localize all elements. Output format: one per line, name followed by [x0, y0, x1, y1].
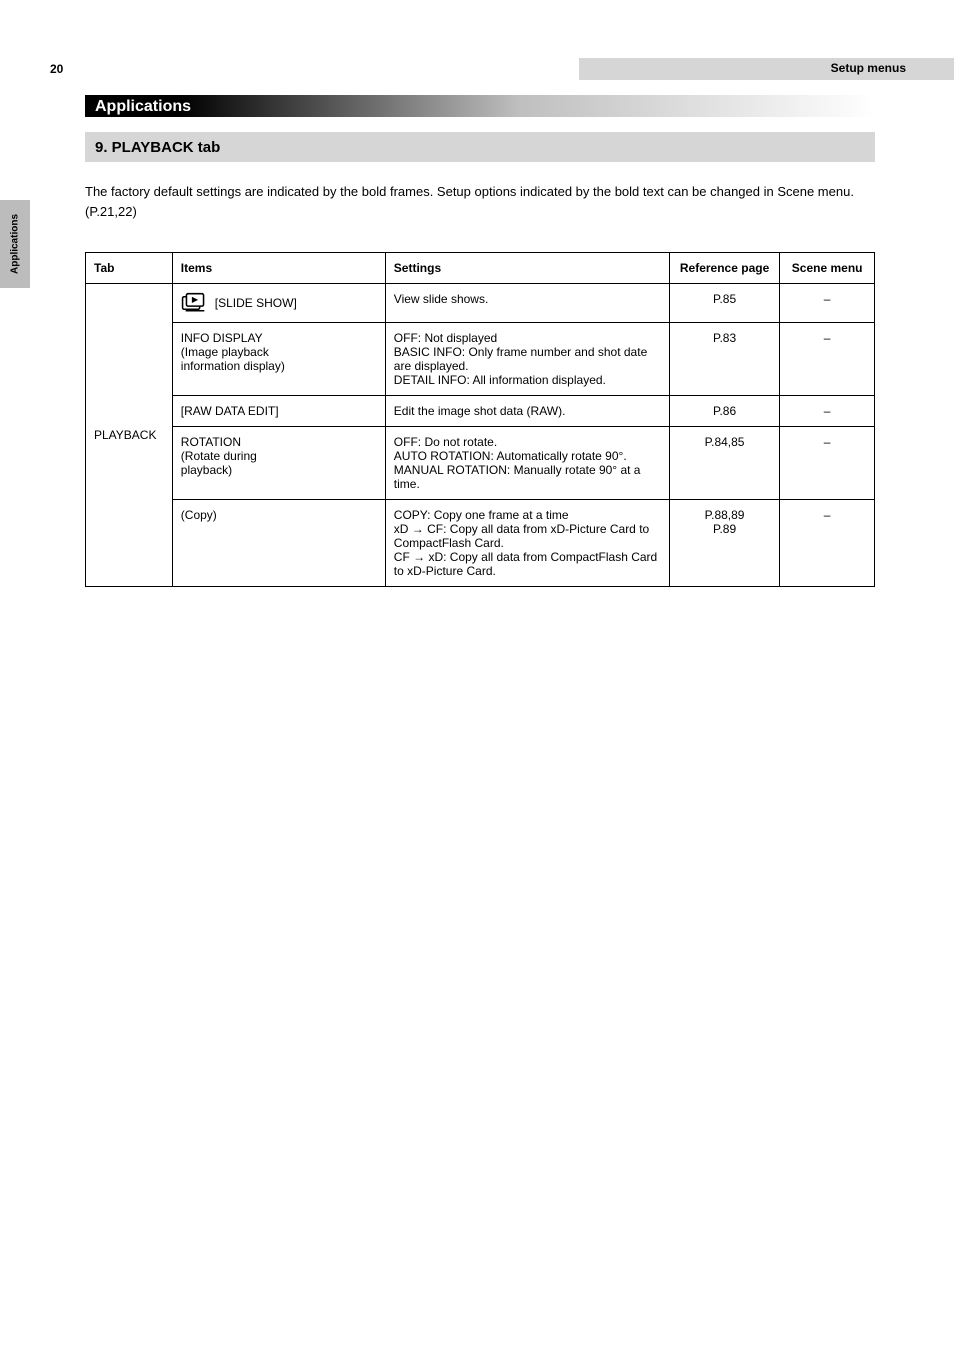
ref-cell: P.83 [669, 323, 779, 396]
table-row: INFO DISPLAY (Image playback information… [86, 323, 875, 396]
settings-cell: Edit the image shot data (RAW). [385, 396, 669, 427]
intro-text: The factory default settings are indicat… [85, 182, 865, 221]
scene-cell: – [780, 500, 875, 587]
item-line: ROTATION [181, 435, 241, 449]
table-header-row: Tab Items Settings Reference page Scene … [86, 253, 875, 284]
item-line: (Rotate during [181, 449, 257, 463]
ref-cell: P.86 [669, 396, 779, 427]
item-line: INFO DISPLAY [181, 331, 263, 345]
settings-line: xD → CF: Copy all data from xD-Picture C… [394, 522, 649, 550]
settings-table-wrap: Tab Items Settings Reference page Scene … [85, 252, 875, 587]
scene-cell: – [780, 323, 875, 396]
item-line: (Image playback [181, 345, 269, 359]
item-line: playback) [181, 463, 232, 477]
settings-table: Tab Items Settings Reference page Scene … [85, 252, 875, 587]
table-row: [RAW DATA EDIT] Edit the image shot data… [86, 396, 875, 427]
th-settings: Settings [385, 253, 669, 284]
subheader-text: 9. PLAYBACK tab [95, 139, 220, 156]
ref-line: P.89 [713, 522, 736, 536]
item-text: [SLIDE SHOW] [215, 296, 297, 310]
settings-line: DETAIL INFO: All information displayed. [394, 373, 606, 387]
item-cell: [RAW DATA EDIT] [172, 396, 385, 427]
settings-cell: OFF: Not displayed BASIC INFO: Only fram… [385, 323, 669, 396]
settings-line: CF → xD: Copy all data from CompactFlash… [394, 550, 657, 578]
th-ref: Reference page [669, 253, 779, 284]
gradient-bar [85, 95, 875, 117]
slideshow-play-icon [181, 292, 209, 314]
settings-cell: OFF: Do not rotate. AUTO ROTATION: Autom… [385, 427, 669, 500]
ref-line: P.88,89 [705, 508, 745, 522]
table-row: PLAYBACK [SLIDE SHOW] View slide shows. [86, 284, 875, 323]
settings-line: OFF: Not displayed [394, 331, 497, 345]
settings-line: View slide shows. [394, 292, 489, 306]
th-tab: Tab [86, 253, 173, 284]
scene-cell: – [780, 284, 875, 323]
top-gray-bar: Setup menus [579, 58, 954, 80]
table-row: ROTATION (Rotate during playback) OFF: D… [86, 427, 875, 500]
ref-cell: P.88,89 P.89 [669, 500, 779, 587]
scene-cell: – [780, 427, 875, 500]
item-line: information display) [181, 359, 285, 373]
page-number: 20 [50, 62, 63, 76]
side-tab: Applications [0, 200, 30, 288]
settings-line: AUTO ROTATION: Automatically rotate 90°. [394, 449, 627, 463]
settings-cell: COPY: Copy one frame at a time xD → CF: … [385, 500, 669, 587]
item-cell: INFO DISPLAY (Image playback information… [172, 323, 385, 396]
th-scene: Scene menu [780, 253, 875, 284]
subheader-bar: 9. PLAYBACK tab [85, 132, 875, 162]
tab-label: PLAYBACK [86, 284, 173, 587]
settings-line: COPY: Copy one frame at a time [394, 508, 569, 522]
ref-cell: P.85 [669, 284, 779, 323]
settings-cell: View slide shows. [385, 284, 669, 323]
item-cell: ROTATION (Rotate during playback) [172, 427, 385, 500]
header-right-text: Setup menus [831, 61, 906, 75]
scene-cell: – [780, 396, 875, 427]
item-cell: (Copy) [172, 500, 385, 587]
ref-cell: P.84,85 [669, 427, 779, 500]
section-title: Applications [95, 98, 191, 116]
settings-line: MANUAL ROTATION: Manually rotate 90° at … [394, 463, 641, 491]
th-items: Items [172, 253, 385, 284]
settings-line: OFF: Do not rotate. [394, 435, 497, 449]
item-cell: [SLIDE SHOW] [172, 284, 385, 323]
table-row: (Copy) COPY: Copy one frame at a time xD… [86, 500, 875, 587]
settings-line: BASIC INFO: Only frame number and shot d… [394, 345, 647, 373]
